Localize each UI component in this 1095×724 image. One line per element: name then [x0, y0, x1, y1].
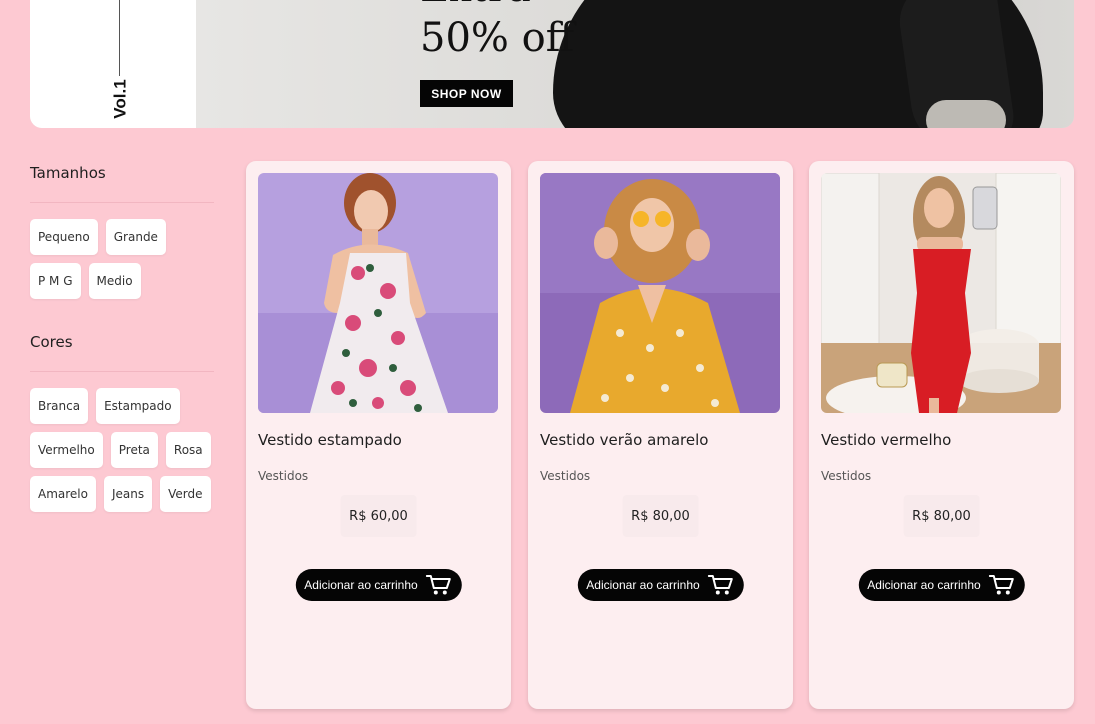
banner-side-panel: Vol.1 [30, 0, 196, 128]
product-title[interactable]: Vestido estampado [258, 431, 402, 449]
product-price: R$ 80,00 [903, 495, 980, 537]
color-chip-amarelo[interactable]: Amarelo [30, 476, 96, 512]
product-photo-red-dress [821, 173, 1061, 413]
cart-icon [425, 575, 451, 595]
product-image[interactable] [258, 173, 498, 413]
add-to-cart-button[interactable]: Adicionar ao carrinho [858, 569, 1025, 601]
filter-group-colors: Cores Branca Estampado Vermelho Preta Ro… [30, 329, 214, 512]
filter-sidebar: Tamanhos Pequeno Grande P M G Medio Core… [30, 160, 214, 512]
banner-headline-bottom: 50% off [420, 15, 575, 61]
add-to-cart-label: Adicionar ao carrinho [586, 578, 700, 592]
size-chip-list: Pequeno Grande P M G Medio [30, 219, 214, 299]
product-image[interactable] [821, 173, 1061, 413]
color-chip-vermelho[interactable]: Vermelho [30, 432, 103, 468]
shop-now-button[interactable]: SHOP NOW [420, 80, 513, 107]
product-category: Vestidos [258, 469, 309, 483]
filter-group-sizes: Tamanhos Pequeno Grande P M G Medio [30, 160, 214, 299]
banner-volume-label: Vol.1 [111, 79, 130, 119]
color-chip-verde[interactable]: Verde [160, 476, 211, 512]
banner-headline-top: Extra [420, 0, 574, 8]
add-to-cart-label: Adicionar ao carrinho [304, 578, 418, 592]
cart-icon [988, 575, 1014, 595]
product-title[interactable]: Vestido vermelho [821, 431, 951, 449]
filter-divider [30, 202, 214, 203]
banner-photo: Extra 50% off SHOP NOW [196, 0, 1074, 128]
color-chip-estampado[interactable]: Estampado [96, 388, 180, 424]
product-price: R$ 80,00 [622, 495, 699, 537]
add-to-cart-button[interactable]: Adicionar ao carrinho [577, 569, 744, 601]
product-card: Vestido verão amarelo Vestidos R$ 80,00 … [528, 161, 793, 709]
banner-headline: Extra 50% off [420, 0, 574, 58]
cart-icon [707, 575, 733, 595]
size-chip-pequeno[interactable]: Pequeno [30, 219, 98, 255]
banner-model-hand [926, 100, 1006, 128]
promo-banner: Vol.1 Extra 50% off SHOP NOW [30, 0, 1074, 128]
size-chip-medio[interactable]: Medio [88, 263, 141, 299]
product-card: Vestido vermelho Vestidos R$ 80,00 Adici… [809, 161, 1074, 709]
color-chip-rosa[interactable]: Rosa [165, 432, 211, 468]
add-to-cart-label: Adicionar ao carrinho [867, 578, 981, 592]
product-title[interactable]: Vestido verão amarelo [540, 431, 708, 449]
banner-divider-line [119, 0, 120, 76]
color-chip-list: Branca Estampado Vermelho Preta Rosa Ama… [30, 388, 214, 512]
product-price: R$ 60,00 [340, 495, 417, 537]
color-chip-branca[interactable]: Branca [30, 388, 89, 424]
filter-title-colors: Cores [30, 333, 73, 351]
product-card: Vestido estampado Vestidos R$ 60,00 Adic… [246, 161, 511, 709]
product-category: Vestidos [821, 469, 872, 483]
product-photo-floral-dress [258, 173, 498, 413]
size-chip-pmg[interactable]: P M G [30, 263, 81, 299]
product-category: Vestidos [540, 469, 591, 483]
filter-title-sizes: Tamanhos [30, 164, 106, 182]
product-image[interactable] [540, 173, 780, 413]
add-to-cart-button[interactable]: Adicionar ao carrinho [295, 569, 462, 601]
filter-divider [30, 371, 214, 372]
size-chip-grande[interactable]: Grande [105, 219, 166, 255]
product-photo-yellow-dress [540, 173, 780, 413]
color-chip-jeans[interactable]: Jeans [103, 476, 153, 512]
color-chip-preta[interactable]: Preta [110, 432, 158, 468]
